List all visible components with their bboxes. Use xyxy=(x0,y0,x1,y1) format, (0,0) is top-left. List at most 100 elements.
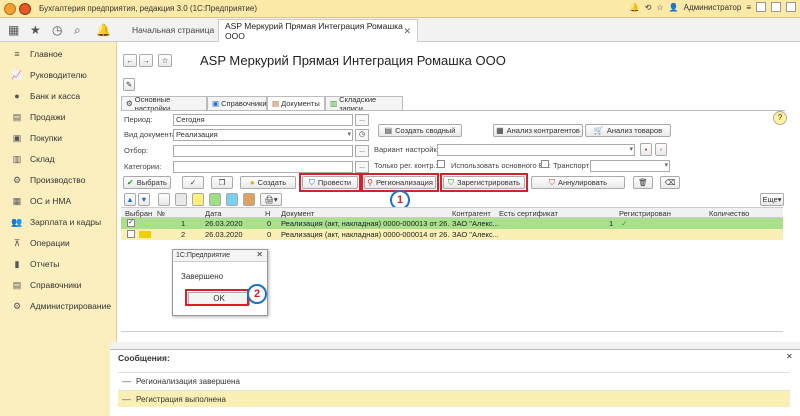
forward-button[interactable]: → xyxy=(139,54,153,67)
doctype-field[interactable]: Реализация ▾ ◷ xyxy=(173,129,369,141)
analyze-goods-button[interactable]: 🛒 Анализ товаров xyxy=(585,124,671,137)
doctype-more-button[interactable]: ◷ xyxy=(355,129,369,141)
arrow-up-icon[interactable]: ▲ xyxy=(124,193,136,206)
sidebar-item-warehouse[interactable]: ▥ Склад xyxy=(0,149,117,169)
sidebar-item-purchases[interactable]: ▣ Покупки xyxy=(0,128,117,148)
bank-icon: ● xyxy=(14,91,20,101)
filter-yellow-button[interactable] xyxy=(192,193,204,206)
analyze-contractors-button[interactable]: ▦ Анализ контрагентов xyxy=(493,124,583,137)
shield-icon: ⛉ xyxy=(548,177,555,187)
back-button[interactable]: ← xyxy=(123,54,137,67)
sidebar-item-admin[interactable]: ⚙ Администрирование xyxy=(0,296,117,316)
filter-green-button[interactable] xyxy=(209,193,221,206)
selection-label: Отбор: xyxy=(124,146,148,155)
app-menu-icon[interactable] xyxy=(19,2,31,15)
maximize-button[interactable] xyxy=(771,2,781,12)
title-bar: Бухгалтерия предприятия, редакция 3.0 (1… xyxy=(0,0,800,18)
check-icon: ✔ xyxy=(127,178,134,187)
filter-grey-button[interactable] xyxy=(175,193,187,206)
tools-icon[interactable]: ✎ xyxy=(123,78,135,91)
history-icon[interactable]: ⟲ xyxy=(645,3,652,12)
favorites-star-icon[interactable]: ★ xyxy=(30,23,41,37)
search-icon[interactable]: ⌕ xyxy=(74,23,81,38)
apps-grid-icon[interactable]: ▦ xyxy=(8,23,19,37)
tab-asp-mercury[interactable]: ASP Меркурий Прямая Интеграция Ромашка О… xyxy=(218,19,418,42)
period-field[interactable]: Сегодня... xyxy=(173,114,369,126)
more-button[interactable]: Еще ▾ xyxy=(760,193,784,206)
table-row[interactable]: 2 26.03.2020 0 Реализация (акт, накладна… xyxy=(121,229,783,240)
star-icon[interactable]: ☆ xyxy=(656,3,663,12)
row-checkbox[interactable] xyxy=(127,230,135,238)
sidebar-item-bank[interactable]: ● Банк и касса xyxy=(0,86,117,106)
settings-icon[interactable]: ≡ xyxy=(746,3,751,12)
tab-home[interactable]: Начальная страница xyxy=(122,20,224,40)
filter-white-button[interactable] xyxy=(158,193,170,206)
use-main-checkbox[interactable] xyxy=(541,160,549,168)
message-item[interactable]: — Регистрация выполнена xyxy=(118,390,790,407)
arrow-down-icon[interactable]: ▼ xyxy=(138,193,150,206)
close-tab-icon[interactable]: ✕ xyxy=(403,26,411,37)
check-all-button[interactable]: ✓ xyxy=(182,176,204,189)
row-checkbox[interactable]: ✓ xyxy=(127,219,135,227)
top-nav: ▦ ★ ◷ ⌕ 🔔 Начальная страница ASP Меркури… xyxy=(0,18,800,42)
tab-warehouse-records[interactable]: ▥ Складские записи xyxy=(325,95,403,113)
copy-button[interactable]: ❐ xyxy=(211,176,233,189)
categories-field[interactable]: ... xyxy=(173,161,369,173)
sidebar-item-main[interactable]: ≡ Главное xyxy=(0,44,117,64)
sidebar-item-sales[interactable]: ▤ Продажи xyxy=(0,107,117,127)
filter-orange-button[interactable] xyxy=(243,193,255,206)
dialog-close-icon[interactable]: ✕ xyxy=(256,250,263,259)
print-button[interactable]: 🖨▾ xyxy=(260,193,282,206)
create-summary-button[interactable]: ▤ Создать сводный xyxy=(378,124,462,137)
sidebar-item-assets[interactable]: ▦ ОС и НМА xyxy=(0,191,117,211)
sidebar-item-catalogs[interactable]: ▤ Справочники xyxy=(0,275,117,295)
dropdown-icon[interactable]: ▾ xyxy=(629,145,633,155)
trash-icon[interactable]: 🗑 xyxy=(633,176,653,189)
table-row[interactable]: ✓ 1 26.03.2020 0 Реализация (акт, наклад… xyxy=(121,218,783,229)
variant-field[interactable]: ▾ xyxy=(437,144,635,156)
tab-catalogs[interactable]: ▣ Справочники xyxy=(207,96,267,110)
create-button[interactable]: ● Создать xyxy=(240,176,296,189)
create-icon: ● xyxy=(249,178,255,187)
sidebar-item-production[interactable]: ⚙ Производство xyxy=(0,170,117,190)
help-icon[interactable]: ? xyxy=(773,111,787,125)
splitter[interactable] xyxy=(110,342,800,349)
favorite-button[interactable]: ☆ xyxy=(158,54,172,67)
selection-field[interactable]: ... xyxy=(173,145,369,157)
delete-icon[interactable]: ▫ xyxy=(655,143,667,156)
transport-field[interactable]: ▾ xyxy=(590,160,670,172)
only-reg-checkbox[interactable] xyxy=(437,160,445,168)
close-messages-icon[interactable]: ✕ xyxy=(786,352,793,361)
close-button[interactable] xyxy=(786,2,796,12)
selection-more-button[interactable]: ... xyxy=(355,145,369,157)
catalog-icon: ▣ xyxy=(212,99,220,108)
save-icon[interactable]: ▪ xyxy=(640,143,652,156)
warehouse-icon: ▥ xyxy=(12,153,22,164)
filter-blue-button[interactable] xyxy=(226,193,238,206)
period-more-button[interactable]: ... xyxy=(355,114,369,126)
bell-icon[interactable]: 🔔 xyxy=(630,3,640,12)
eraser-icon[interactable]: ⌫ xyxy=(660,176,680,189)
cart-icon: ▣ xyxy=(12,132,22,143)
tab-documents[interactable]: ▤ Документы xyxy=(267,96,325,110)
user-name[interactable]: Администратор xyxy=(684,3,742,12)
history-clock-icon[interactable]: ◷ xyxy=(52,23,62,37)
cancel-button[interactable]: ⛉ Аннулировать xyxy=(531,176,625,189)
sidebar-item-director[interactable]: 📈 Руководителю xyxy=(0,65,117,85)
select-button[interactable]: ✔ Выбрать xyxy=(123,176,171,189)
sidebar-item-operations[interactable]: ⊼ Операции xyxy=(0,233,117,253)
sidebar-item-reports[interactable]: ▮ Отчеты xyxy=(0,254,117,274)
people-icon: 👥 xyxy=(11,216,23,227)
tab-main-settings[interactable]: ⚙ Основные настройки xyxy=(121,95,207,113)
dropdown-icon[interactable]: ▾ xyxy=(664,161,668,171)
user-icon[interactable]: 👤 xyxy=(669,3,679,12)
categories-more-button[interactable]: ... xyxy=(355,161,369,173)
dropdown-icon[interactable]: ▾ xyxy=(347,130,351,140)
message-item[interactable]: — Регионализация завершена xyxy=(118,372,790,389)
only-reg-label: Только рег. контр.: xyxy=(374,161,438,170)
doc-icon: ▤ xyxy=(384,126,393,135)
sidebar-item-salary[interactable]: 👥 Зарплата и кадры xyxy=(0,212,117,232)
categories-label: Категории: xyxy=(124,162,162,171)
minimize-button[interactable] xyxy=(756,2,766,12)
bell-icon[interactable]: 🔔 xyxy=(96,23,111,37)
